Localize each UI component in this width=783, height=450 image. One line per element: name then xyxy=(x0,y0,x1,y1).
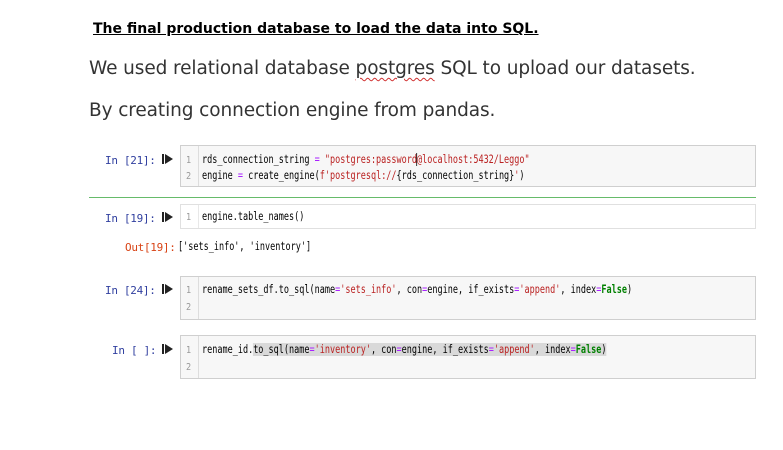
code-token: , con xyxy=(396,283,423,296)
code-token: , index xyxy=(560,283,597,296)
code-string: 'append' xyxy=(519,283,561,296)
code-line[interactable]: rename_sets_df.to_sql(name='sets_info', … xyxy=(202,283,632,296)
intro-text-start: We used relational database xyxy=(89,58,356,79)
section-heading: The final production database to load th… xyxy=(93,21,539,37)
run-cell-icon[interactable] xyxy=(162,211,174,223)
code-token: rds_connection_string xyxy=(202,153,315,166)
code-token: engine, if_exists xyxy=(401,343,489,356)
intro-paragraph: We used relational database postgres SQL… xyxy=(89,58,696,79)
cell-3-in-prompt: In [24]: xyxy=(105,284,156,297)
cell-1-in-prompt: In [21]: xyxy=(105,154,156,167)
code-token: ) xyxy=(601,343,607,356)
code-token: to_sql(name xyxy=(253,343,310,356)
run-cell-icon[interactable] xyxy=(162,343,174,355)
code-keyword: False xyxy=(575,343,602,356)
code-token: , index xyxy=(534,343,571,356)
intro-text-end: SQL to upload our datasets. xyxy=(434,58,696,79)
code-cell-1[interactable]: 1 2 rds_connection_string = "postgres:pa… xyxy=(180,145,756,187)
code-string: 'append' xyxy=(493,343,535,356)
cell-2-in-prompt: In [19]: xyxy=(105,212,156,225)
code-keyword: False xyxy=(601,283,627,296)
line-number: 2 xyxy=(186,302,192,313)
code-token: engine xyxy=(202,169,238,182)
code-token: , con xyxy=(370,343,397,356)
code-string: f'postgresql:// xyxy=(319,169,397,182)
cell-4-in-prompt: In [ ]: xyxy=(112,344,157,357)
code-token: rename_sets_df.to_sql(name xyxy=(202,283,336,296)
line-number: 2 xyxy=(186,362,192,373)
run-cell-icon[interactable] xyxy=(162,283,174,295)
code-line[interactable]: engine = create_engine(f'postgresql://{r… xyxy=(202,169,525,182)
code-cell-2[interactable]: 1 engine.table_names() xyxy=(180,204,756,229)
line-number: 1 xyxy=(186,155,192,166)
code-line[interactable]: rds_connection_string = "postgres:passwo… xyxy=(202,153,530,166)
line-number: 2 xyxy=(186,171,192,182)
line-number: 1 xyxy=(186,212,192,223)
cell-2-output: ['sets_info', 'inventory'] xyxy=(178,240,312,253)
code-string: @localhost:5432/Leggo" xyxy=(417,153,530,166)
line-number: 1 xyxy=(186,285,192,296)
selected-text: to_sql(name='inventory', con=engine, if_… xyxy=(253,343,607,356)
spellcheck-word: postgres xyxy=(355,58,435,79)
line-number: 1 xyxy=(186,345,192,356)
code-token: rename_id. xyxy=(202,343,254,356)
code-string: 'inventory' xyxy=(314,343,371,356)
code-token: {rds_connection_string} xyxy=(396,169,515,182)
code-line[interactable]: engine.table_names() xyxy=(202,210,304,223)
code-string: 'sets_info' xyxy=(340,283,397,296)
code-token: engine.table_names() xyxy=(202,210,305,223)
code-token: ) xyxy=(519,169,525,182)
code-token: ) xyxy=(626,283,633,296)
code-string: "postgres:password xyxy=(319,153,418,166)
selected-cell-separator xyxy=(89,197,756,198)
engine-paragraph: By creating connection engine from panda… xyxy=(89,100,496,121)
cell-2-out-prompt: Out[19]: xyxy=(125,241,176,254)
code-token: create_engine( xyxy=(242,169,320,182)
code-token: engine, if_exists xyxy=(427,283,515,296)
code-line[interactable]: rename_id.to_sql(name='inventory', con=e… xyxy=(202,343,607,356)
run-cell-icon[interactable] xyxy=(162,153,174,165)
code-cell-3[interactable]: 1 2 rename_sets_df.to_sql(name='sets_inf… xyxy=(180,276,756,320)
code-cell-4[interactable]: 1 2 rename_id.to_sql(name='inventory', c… xyxy=(180,335,756,379)
